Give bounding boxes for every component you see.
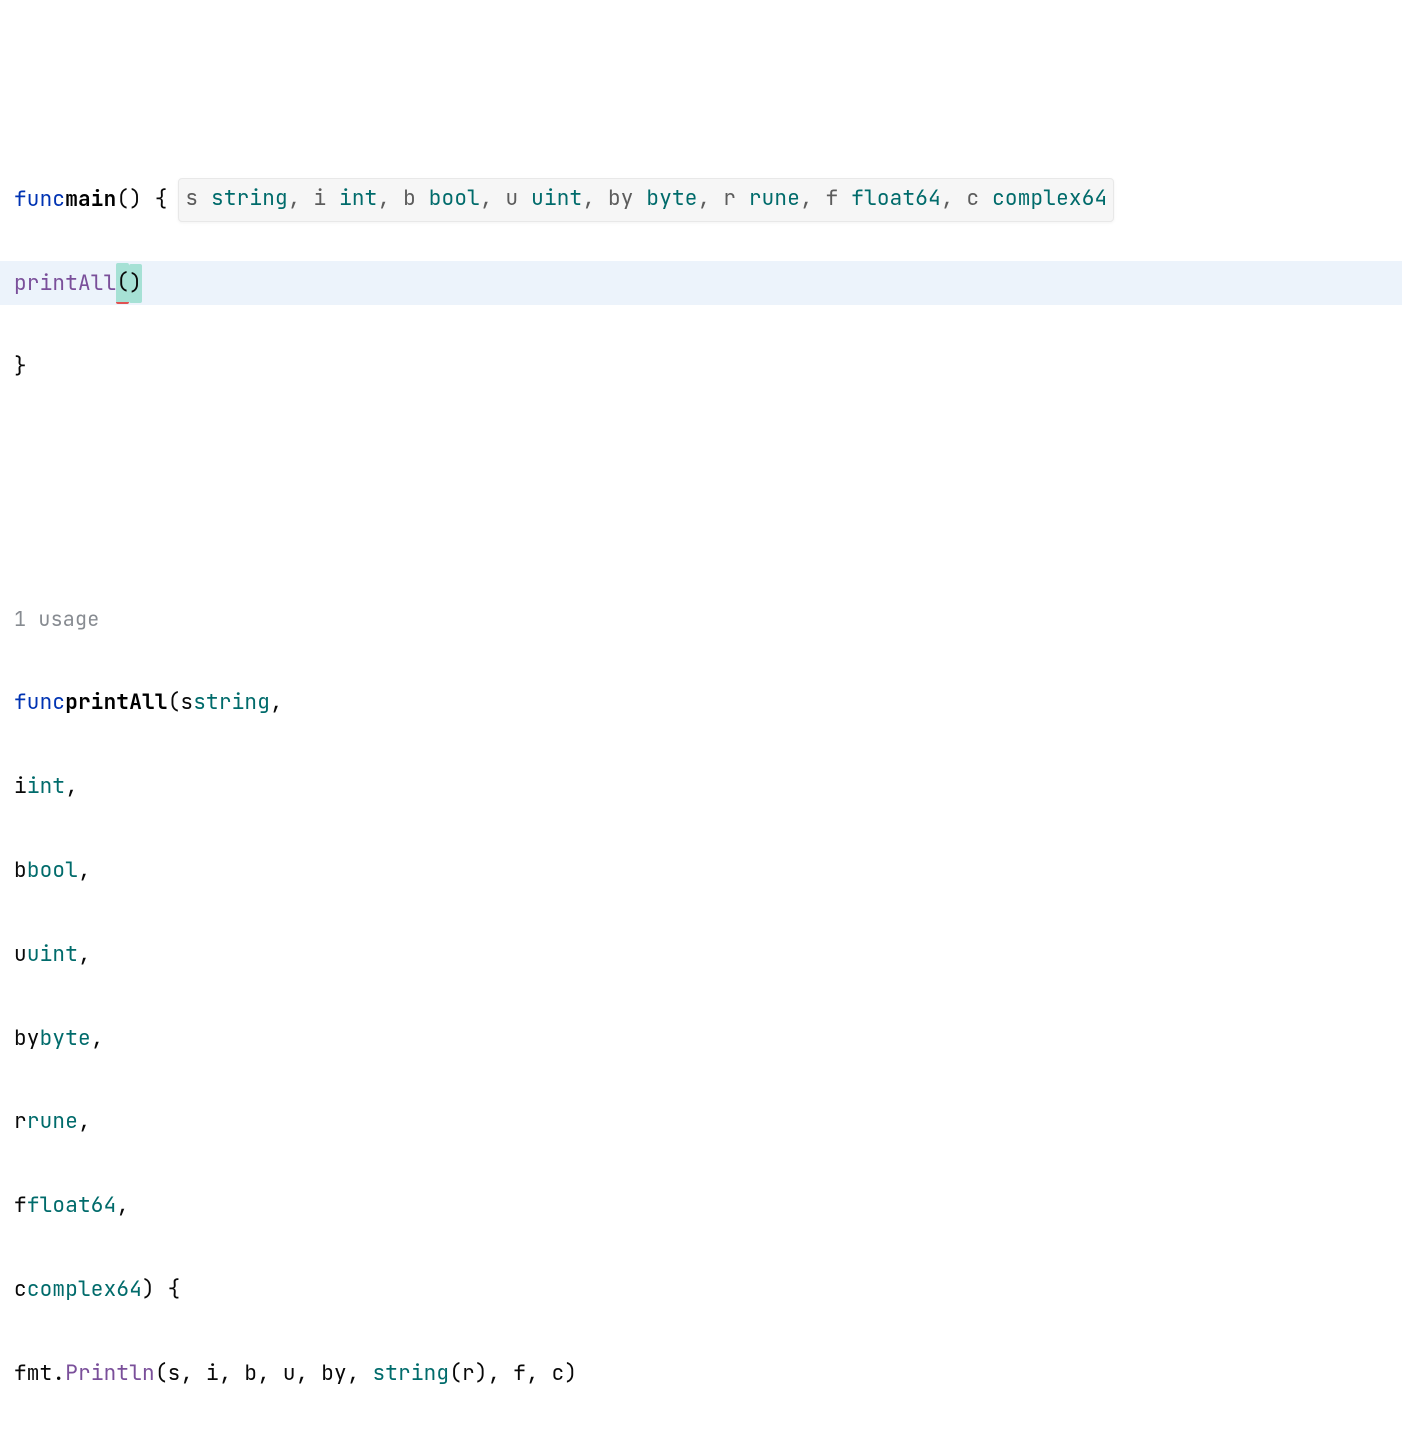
usage-hint[interactable]: 1 usage	[0, 597, 1402, 641]
func-name-printAll: printAll	[65, 683, 167, 723]
code-line-param[interactable]: by byte,	[0, 1016, 1402, 1060]
parameter-info-popup: s string, i int, b bool, u uint, by byte…	[178, 178, 1114, 222]
code-line-param[interactable]: c complex64) {	[0, 1268, 1402, 1312]
paren-open: (	[116, 263, 129, 305]
code-line-printf[interactable]: fmt.Printf(string(rune(i)))	[0, 1436, 1402, 1440]
call-printAll: printAll	[14, 264, 116, 304]
keyword-func: func	[14, 180, 65, 220]
code-line-param[interactable]: b bool,	[0, 849, 1402, 893]
call-Println: Println	[65, 1354, 155, 1394]
paren-close: )	[129, 264, 142, 304]
code-line-param[interactable]: i int,	[0, 765, 1402, 809]
keyword-func: func	[14, 683, 65, 723]
code-line-printall-decl[interactable]: func printAll(s string,	[0, 681, 1402, 725]
code-line-printall-call[interactable]: printAll()	[0, 261, 1402, 305]
usage-count[interactable]: 1 usage	[14, 600, 99, 638]
code-line-println[interactable]: fmt.Println(s, i, b, u, by, string(r), f…	[0, 1352, 1402, 1396]
code-line-main-decl[interactable]: func main() { s string, i int, b bool, u…	[0, 178, 1402, 222]
code-line-blank[interactable]	[0, 513, 1402, 557]
func-name-main: main	[65, 180, 116, 220]
brace-close: }	[14, 347, 27, 387]
call-Printf: Printf	[65, 1438, 142, 1440]
code-line-param[interactable]: u uint,	[0, 933, 1402, 977]
code-line-param[interactable]: r rune,	[0, 1100, 1402, 1144]
code-line-param[interactable]: f float64,	[0, 1184, 1402, 1228]
code-line-blank[interactable]	[0, 429, 1402, 473]
code-line-close-brace[interactable]: }	[0, 345, 1402, 389]
